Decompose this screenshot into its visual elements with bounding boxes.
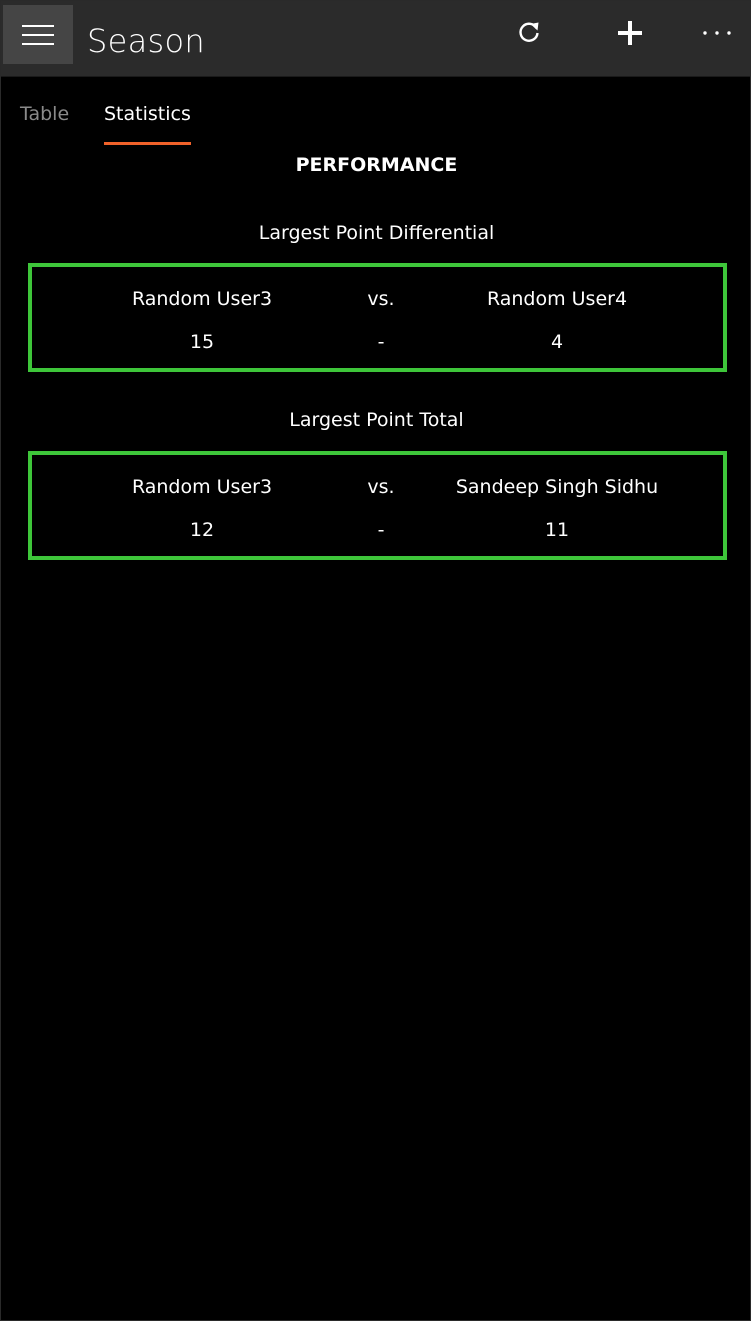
title-bar: Season <box>1 1 750 77</box>
stat-card-point-total: Random User3 vs. Sandeep Singh Sidhu 12 … <box>28 451 727 560</box>
add-button[interactable] <box>610 15 650 51</box>
hamburger-menu-button[interactable] <box>3 5 73 64</box>
more-ellipsis-icon <box>703 31 731 35</box>
player-two-score: 4 <box>550 331 564 353</box>
player-two-name: Sandeep Singh Sidhu <box>455 476 659 498</box>
performance-heading: PERFORMANCE <box>295 154 458 176</box>
player-one-score: 15 <box>189 331 215 353</box>
stat-title-point-differential: Largest Point Differential <box>258 222 495 244</box>
page-title: Season <box>87 22 205 60</box>
refresh-button[interactable] <box>509 15 549 51</box>
score-separator: - <box>377 519 385 541</box>
plus-icon <box>618 21 642 45</box>
tab-bar: Table Statistics <box>1 97 750 149</box>
versus-label: vs. <box>367 288 395 310</box>
more-options-button[interactable] <box>697 15 737 51</box>
score-separator: - <box>377 331 385 353</box>
hamburger-menu-icon <box>22 24 54 45</box>
app-window: Season Table Statistics PERFORMANCE Larg <box>0 0 751 1321</box>
player-one-name: Random User3 <box>131 476 273 498</box>
refresh-icon <box>519 22 539 42</box>
tab-table[interactable]: Table <box>20 97 69 143</box>
player-one-score: 12 <box>189 519 215 541</box>
player-two-name: Random User4 <box>486 288 628 310</box>
player-one-name: Random User3 <box>131 288 273 310</box>
stat-card-point-differential: Random User3 vs. Random User4 15 - 4 <box>28 263 727 372</box>
stat-title-point-total: Largest Point Total <box>289 409 464 431</box>
tab-statistics[interactable]: Statistics <box>104 97 191 145</box>
versus-label: vs. <box>367 476 395 498</box>
player-two-score: 11 <box>544 519 570 541</box>
